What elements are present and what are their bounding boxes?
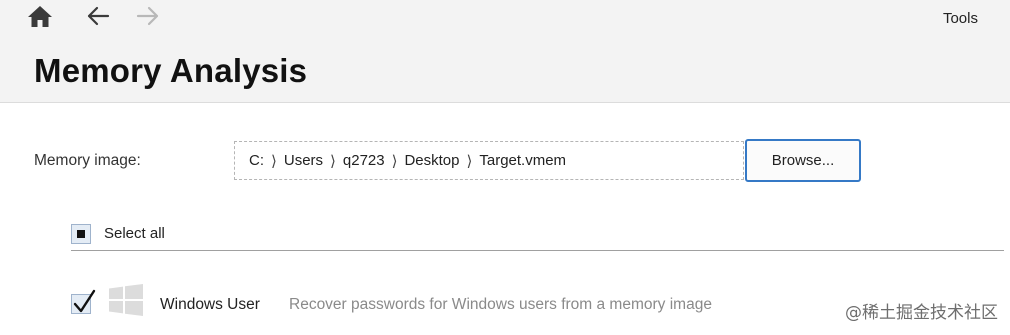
path-segment: q2723 (342, 152, 385, 169)
path-separator: ⟩ (391, 152, 398, 170)
indeterminate-indicator (77, 230, 85, 238)
home-icon (27, 4, 53, 33)
checkmark-icon (73, 289, 96, 313)
list-divider (71, 250, 1004, 251)
path-separator: ⟩ (330, 152, 336, 170)
browse-button[interactable]: Browse... (745, 139, 861, 182)
windows-logo-icon (109, 284, 143, 316)
path-separator: ⟩ (271, 152, 277, 170)
memory-image-label: Memory image: (34, 152, 141, 169)
path-segment: C: (249, 152, 264, 169)
item-name-windows-user: Windows User (160, 296, 260, 313)
item-description: Recover passwords for Windows users from… (289, 296, 712, 313)
page-title: Memory Analysis (34, 52, 308, 89)
select-all-label[interactable]: Select all (104, 225, 165, 242)
windows-user-checkbox[interactable] (71, 289, 96, 314)
watermark: @稀土掘金技术社区 (845, 303, 998, 323)
memory-image-path-field[interactable]: C: ⟩ Users ⟩ q2723 ⟩ Desktop ⟩ Target.vm… (234, 141, 744, 180)
arrow-left-icon (86, 5, 110, 32)
tools-menu[interactable]: Tools (943, 10, 978, 27)
arrow-right-icon (136, 5, 160, 32)
header-bar: Tools Memory Analysis (0, 0, 1010, 103)
path-segment: Target.vmem (479, 152, 567, 169)
select-all-checkbox[interactable] (71, 224, 91, 244)
home-button[interactable] (26, 4, 54, 32)
path-segment: Desktop (404, 152, 460, 169)
path-separator: ⟩ (466, 152, 473, 170)
back-button[interactable] (84, 4, 112, 32)
path-segment: Users (283, 152, 324, 169)
forward-button[interactable] (134, 4, 162, 32)
